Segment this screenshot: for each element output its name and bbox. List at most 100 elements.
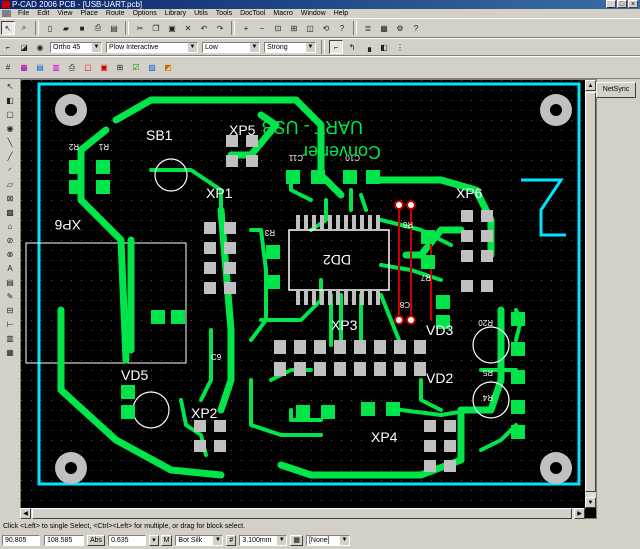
pad-icon[interactable]: ▢ (81, 61, 95, 75)
paste-icon[interactable]: ▣ (165, 21, 179, 35)
component-icon[interactable]: ▣ (97, 61, 111, 75)
place-field-icon[interactable]: ▤ (3, 276, 17, 288)
place-dimension-icon[interactable]: ⊟ (3, 304, 17, 316)
menu-help[interactable]: Help (330, 9, 352, 18)
menu-window[interactable]: Window (297, 9, 330, 18)
check-icon[interactable]: ☑ (129, 61, 143, 75)
print-setup-icon[interactable]: ⎙ (65, 61, 79, 75)
place-line-icon[interactable]: ╱ (3, 150, 17, 162)
zoom-extents-icon[interactable]: ⊞ (287, 21, 301, 35)
redraw-icon[interactable]: ⟲ (319, 21, 333, 35)
menu-tools[interactable]: Tools (212, 9, 236, 18)
menu-place[interactable]: Place (76, 9, 102, 18)
maximize-button[interactable]: □ (617, 0, 627, 8)
zoom-out-icon[interactable]: − (255, 21, 269, 35)
menu-utils[interactable]: Utils (190, 9, 212, 18)
place-cutout-icon[interactable]: ▩ (3, 206, 17, 218)
menu-macro[interactable]: Macro (269, 9, 296, 18)
grid-toggle-button[interactable]: # (226, 534, 237, 546)
abs-button[interactable]: Abs (87, 534, 106, 546)
layer-toggle-icon[interactable]: ◪ (17, 40, 31, 54)
copy-icon[interactable]: ❐ (149, 21, 163, 35)
scroll-down-icon[interactable]: ▼ (585, 497, 596, 508)
minimize-button[interactable]: _ (606, 0, 616, 8)
save-view-icon[interactable]: ▥ (49, 61, 63, 75)
zoom-last-icon[interactable]: ◫ (303, 21, 317, 35)
menu-view[interactable]: View (53, 9, 76, 18)
open-folder-icon[interactable]: ▰ (59, 21, 73, 35)
zoom-window-icon[interactable]: ⊡ (271, 21, 285, 35)
pcb-canvas[interactable]: XP5 SB1 XP1 XP6 XP3 XP2 XP4 VD3 VD2 VD5 … (20, 79, 597, 519)
vertical-scroll-thumb[interactable] (585, 92, 596, 492)
scroll-up-icon[interactable]: ▲ (585, 80, 596, 91)
scroll-left-icon[interactable]: ◀ (20, 508, 31, 519)
menu-edit[interactable]: Edit (33, 9, 53, 18)
loop-removal-icon[interactable]: ↰ (345, 40, 359, 54)
spread-icon[interactable]: ⋮ (393, 40, 407, 54)
drc-icon[interactable]: ▤ (33, 61, 47, 75)
x-coordinate-field[interactable]: 90.805 (2, 534, 40, 546)
layer-select[interactable]: Bot Silk ▼ (175, 534, 224, 546)
line-width-field[interactable]: 0.635 (108, 534, 147, 546)
shove-strength-select[interactable]: Strong ▼ (264, 41, 316, 53)
layer-icon[interactable]: ≣ (361, 21, 375, 35)
redo-icon[interactable]: ↷ (213, 21, 227, 35)
place-keepout-icon[interactable]: ⌂ (3, 220, 17, 232)
via-icon[interactable]: ◉ (33, 40, 47, 54)
menu-doctool[interactable]: DocTool (236, 9, 269, 18)
cut-icon[interactable]: ✂ (133, 21, 147, 35)
net-select[interactable]: [None] ▼ (305, 534, 350, 546)
menu-file[interactable]: File (14, 9, 33, 18)
menu-library[interactable]: Library (161, 9, 190, 18)
miter-icon[interactable]: ▗ (361, 40, 375, 54)
place-text-icon[interactable]: A (3, 262, 17, 274)
new-file-icon[interactable]: ▯ (43, 21, 57, 35)
horizontal-scroll-thumb[interactable] (32, 508, 572, 519)
place-component-icon[interactable]: ◧ (3, 94, 17, 106)
place-plane-icon[interactable]: ⊘ (3, 234, 17, 246)
design-rule-icon[interactable]: ⚙ (393, 21, 407, 35)
hug-mode-icon[interactable]: ⌐ (329, 40, 343, 54)
place-attribute-icon[interactable]: ⊗ (3, 248, 17, 260)
vertical-scrollbar[interactable]: ▲ ▼ (585, 80, 596, 508)
undo-icon[interactable]: ↶ (197, 21, 211, 35)
push-level-select[interactable]: Low ▼ (202, 41, 260, 53)
grid-settings-button[interactable]: ▦ (290, 534, 303, 546)
route-angle-select[interactable]: Ortho 45 ▼ (50, 41, 102, 53)
netsync-button[interactable]: NetSync (596, 82, 636, 98)
place-pad-icon[interactable]: ▢ (3, 108, 17, 120)
menu-options[interactable]: Options (129, 9, 161, 18)
save-icon[interactable]: ■ (75, 21, 89, 35)
print-preview-icon[interactable]: ▤ (107, 21, 121, 35)
help-icon[interactable]: ? (409, 21, 423, 35)
place-via-icon[interactable]: ◉ (3, 122, 17, 134)
select-tool-icon[interactable]: ↖ (3, 80, 17, 92)
query-icon[interactable]: ? (335, 21, 349, 35)
width-dropdown-button[interactable]: ▾ (149, 534, 159, 546)
place-point-icon[interactable]: ✎ (3, 290, 17, 302)
grid-icon[interactable]: # (1, 61, 15, 75)
place-polygon-icon[interactable]: ▱ (3, 178, 17, 190)
report-icon[interactable]: ▨ (145, 61, 159, 75)
y-coordinate-field[interactable]: 108.585 (44, 534, 84, 546)
zoom-in-icon[interactable]: + (239, 21, 253, 35)
autoroute-icon[interactable]: ◩ (161, 61, 175, 75)
place-diagram-icon[interactable]: ▥ (3, 332, 17, 344)
place-connection-icon[interactable]: ╲ (3, 136, 17, 148)
close-button[interactable]: × (628, 0, 638, 8)
properties-icon[interactable]: ▦ (377, 21, 391, 35)
print-icon[interactable]: ⎙ (91, 21, 105, 35)
grid-select[interactable]: 3.100mm ▼ (239, 534, 288, 546)
select-arrow-icon[interactable]: ↖ (1, 21, 15, 35)
delete-icon[interactable]: ✕ (181, 21, 195, 35)
layers-color-icon[interactable]: ▦ (17, 61, 31, 75)
place-room-icon[interactable]: ⊢ (3, 318, 17, 330)
glue-icon[interactable]: ◧ (377, 40, 391, 54)
layer-m-button[interactable]: M (160, 534, 173, 546)
zoom-icon[interactable]: ⌕ (17, 21, 31, 35)
place-copper-pour-icon[interactable]: ⊠ (3, 192, 17, 204)
horizontal-scrollbar[interactable]: ◀ ▶ (20, 508, 585, 519)
route-mode-icon[interactable]: ⌐ (1, 40, 15, 54)
scroll-right-icon[interactable]: ▶ (574, 508, 585, 519)
place-detail-icon[interactable]: ▦ (3, 346, 17, 358)
